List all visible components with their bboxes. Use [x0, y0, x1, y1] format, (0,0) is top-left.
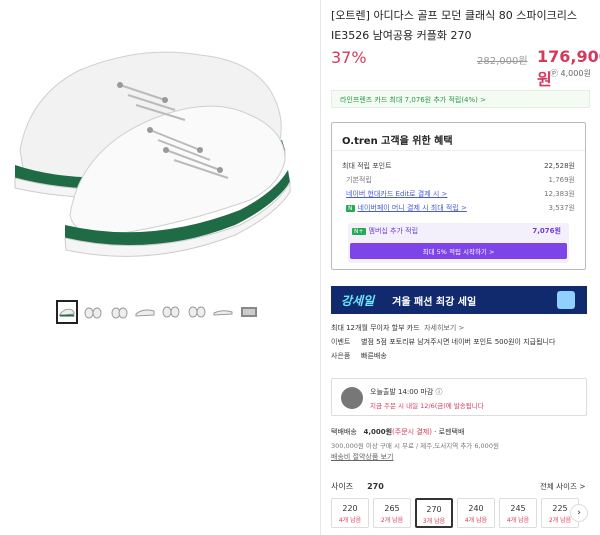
thumbnail-4[interactable]: [134, 300, 156, 324]
membership-label-text: 멤버십 추가 적립: [368, 227, 419, 235]
point-value: 4,000원: [560, 69, 591, 78]
benefit-header: O.tren 고객을 위한 혜택: [332, 123, 585, 151]
bundle-link-wrap: 배송비 절약상품 보기: [331, 452, 393, 462]
benefit-row-naverpay[interactable]: N 네이버페이 머니 결제 시 최대 적립 > 3,537원: [346, 203, 575, 213]
chevron-right-icon[interactable]: ›: [570, 504, 588, 522]
benefit-row-label: 기본적립: [346, 176, 372, 184]
carrier: · 로젠택배: [434, 428, 465, 436]
size-option[interactable]: 265 2개 남음: [373, 498, 411, 528]
thumbnail-2[interactable]: [82, 300, 104, 324]
gift-value: 빠른배송: [361, 352, 387, 360]
size-option[interactable]: 245 4개 남음: [499, 498, 537, 528]
size-number: 265: [384, 504, 400, 513]
original-price: 282,000원: [477, 56, 528, 67]
shipping-fee-value: 4,000원: [363, 428, 393, 436]
membership-icon: N+: [352, 228, 366, 235]
banner-text: 겨울 패션 최강 세일: [392, 296, 477, 308]
size-options: 220 4개 남음 265 2개 남음 270 3개 남음 240 4개 남음 245 4…: [331, 498, 579, 528]
size-stock: 2개 남음: [380, 517, 404, 524]
size-option-selected[interactable]: 270 3개 남음: [415, 498, 453, 528]
product-main-image[interactable]: [0, 0, 320, 290]
benefit-box: O.tren 고객을 위한 혜택 최대 적립 포인트 22,528원 기본적립 …: [331, 122, 586, 270]
thumbnail-8[interactable]: [238, 300, 260, 324]
size-number: 245: [510, 504, 526, 513]
truck-icon: [341, 387, 363, 409]
size-number: 270: [426, 505, 442, 514]
installment-info: 최대 12개월 무이자 할부 카드 자세히보기 >: [331, 323, 464, 333]
all-sizes-link[interactable]: 전체 사이즈 >: [540, 481, 586, 492]
benefit-row-value: 22,528원: [544, 162, 575, 170]
gift-key: 사은품: [331, 352, 351, 360]
size-option[interactable]: 220 4개 남음: [331, 498, 369, 528]
size-stock: 4개 남음: [506, 517, 530, 524]
membership-start-button[interactable]: 최대 5% 적립 시작하기 >: [350, 243, 567, 259]
product-title: [오트렌] 아디다스 골프 모던 클래식 80 스파이크리스 IE3526 남여…: [331, 9, 577, 42]
thumbnail-3[interactable]: [108, 300, 130, 324]
benefit-row-value: 12,383원: [544, 190, 575, 198]
size-number: 220: [342, 504, 358, 513]
today-title: 오늘출발 14:00 마감 ⓘ: [370, 387, 443, 397]
product-gallery: [0, 0, 320, 535]
benefit-row-basic: 기본적립 1,769원: [346, 175, 575, 185]
thumbnail-1[interactable]: [56, 300, 78, 324]
event-key: 이벤트: [331, 338, 351, 346]
size-number: 240: [468, 504, 484, 513]
promo-banner[interactable]: 강세일 겨울 패션 최강 세일: [331, 286, 587, 314]
installment-detail-link[interactable]: 자세히보기 >: [424, 324, 464, 332]
membership-label: N+ 멤버십 추가 적립: [352, 226, 418, 236]
today-title-text: 오늘출발 14:00 마감: [370, 388, 434, 396]
banner-logo: 강세일: [341, 293, 375, 308]
shipping-fee-key: 택배배송: [331, 428, 357, 436]
benefit-row-value: 1,769원: [548, 176, 575, 184]
size-label: 사이즈 270: [331, 481, 384, 492]
card-promo-link[interactable]: 라인프렌즈 카드 최대 7,076원 추가 적립(4%) >: [331, 90, 590, 108]
thumbnail-7[interactable]: [212, 300, 234, 324]
benefit-row-label-text: 네이버페이 머니 결제 시 최대 적립 >: [357, 204, 467, 212]
naverpay-icon: N: [346, 205, 355, 212]
installment-text: 최대 12개월 무이자 할부 카드: [331, 324, 420, 332]
point-info: Ⓟ 4,000원: [550, 69, 591, 78]
today-shipping-box: 오늘출발 14:00 마감 ⓘ 지금 주문 시 내일 12/6(금)에 발송됩니…: [331, 378, 587, 416]
size-stock: 4개 남음: [464, 517, 488, 524]
membership-box: N+ 멤버십 추가 적립 7,076원 최대 5% 적립 시작하기 >: [348, 223, 569, 263]
product-info-panel: [오트렌] 아디다스 골프 모던 클래식 80 스파이크리스 IE3526 남여…: [331, 0, 600, 535]
benefit-row-label: N 네이버페이 머니 결제 시 최대 적립 >: [346, 203, 467, 213]
event-value: 별점 5점 포토리뷰 남겨주시면 네이버 포인트 500원이 지급됩니다: [361, 338, 556, 346]
benefit-row-card[interactable]: 네이버 현대카드 Edit로 결제 시 > 12,383원: [346, 189, 575, 199]
shipping-fee-note: (주문시 결제): [392, 428, 432, 436]
today-note: 지금 주문 시 내일 12/6(금)에 발송됩니다: [370, 402, 484, 410]
size-option[interactable]: 240 4개 남음: [457, 498, 495, 528]
help-icon[interactable]: ⓘ: [436, 388, 443, 396]
shipping-condition: 300,000원 이상 구매 시 무료 / 제주,도서지역 추가 6,000원: [331, 442, 499, 450]
benefit-row-max: 최대 적립 포인트 22,528원: [342, 161, 575, 171]
gift-icon: [557, 291, 575, 309]
membership-line: N+ 멤버십 추가 적립 7,076원: [352, 226, 561, 236]
thumbnail-6[interactable]: [186, 300, 208, 324]
size-label-text: 사이즈: [331, 482, 354, 491]
gift-info: 사은품 빠른배송: [331, 351, 387, 361]
selected-size: 270: [367, 482, 384, 491]
membership-value: 7,076원: [532, 227, 561, 235]
bundle-link[interactable]: 배송비 절약상품 보기: [331, 453, 393, 461]
divider: [320, 0, 321, 535]
event-info: 이벤트 별점 5점 포토리뷰 남겨주시면 네이버 포인트 500원이 지급됩니다: [331, 337, 555, 347]
benefit-row-label: 최대 적립 포인트: [342, 162, 392, 170]
discount-rate: 37%: [331, 48, 367, 67]
size-stock: 3개 남음: [422, 518, 446, 525]
benefit-row-label: 네이버 현대카드 Edit로 결제 시 >: [346, 190, 448, 198]
benefit-row-value: 3,537원: [548, 204, 575, 212]
shipping-fee: 택배배송 4,000원(주문시 결제) · 로젠택배: [331, 427, 464, 437]
thumbnail-strip: [56, 300, 260, 324]
thumbnail-5[interactable]: [160, 300, 182, 324]
size-stock: 4개 남음: [338, 517, 362, 524]
